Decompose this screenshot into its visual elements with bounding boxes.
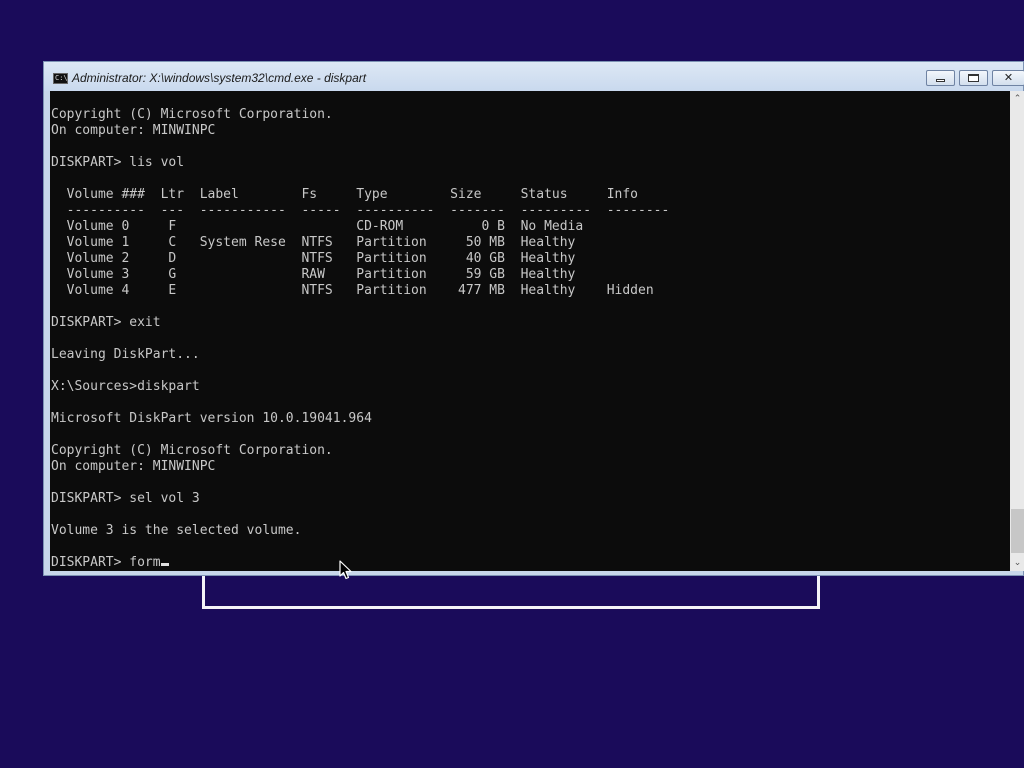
desktop-background: C:\. Administrator: X:\windows\system32\… [0,0,1024,768]
console-line: Volume 1 C System Rese NTFS Partition 50… [66,235,576,250]
vertical-scrollbar[interactable]: ⌃ ⌄ [1010,91,1024,571]
console-current-input[interactable]: form [129,555,160,570]
cmd-app-icon[interactable]: C:\. [53,73,72,84]
console-line: On computer: MINWINPC [51,459,216,474]
close-icon: ✕ [1003,71,1014,84]
console-history: Copyright (C) Microsoft Corporation. On … [51,107,669,538]
console-line: Volume 4 E NTFS Partition 477 MB Healthy… [66,283,654,298]
console-prompt: DISKPART> [51,555,130,570]
maximize-icon [968,74,979,82]
console-line: X:\Sources>diskpart [51,379,200,394]
scroll-up-arrow-icon[interactable]: ⌃ [1010,91,1024,107]
scrollbar-thumb[interactable] [1011,509,1024,553]
console-line: Copyright (C) Microsoft Corporation. [51,107,333,122]
text-cursor [160,563,169,566]
console-line: ---------- --- ----------- ----- -------… [66,203,670,218]
console-line: Volume 0 F CD-ROM 0 B No Media [66,219,584,234]
console-line: Volume 2 D NTFS Partition 40 GB Healthy [66,251,576,266]
console-line: Volume 3 is the selected volume. [51,523,302,538]
scroll-down-arrow-icon[interactable]: ⌄ [1010,555,1024,571]
cmd-window[interactable]: C:\. Administrator: X:\windows\system32\… [43,61,1024,576]
console-line: Leaving DiskPart... [51,347,200,362]
minimize-button[interactable] [926,70,955,86]
close-button[interactable]: ✕ [992,70,1024,86]
maximize-button[interactable] [959,70,988,86]
console-line: Copyright (C) Microsoft Corporation. [51,443,333,458]
console-line: DISKPART> sel vol 3 [51,491,200,506]
window-title: Administrator: X:\windows\system32\cmd.e… [72,71,367,85]
cmd-app-icon-text: C:\. [55,74,72,82]
mouse-pointer-icon [339,560,352,580]
console-line: Volume ### Ltr Label Fs Type Size Status… [66,187,638,202]
console-line: Volume 3 G RAW Partition 59 GB Healthy [66,267,576,282]
title-bar[interactable]: C:\. Administrator: X:\windows\system32\… [44,62,1024,91]
console-output-area[interactable]: Copyright (C) Microsoft Corporation. On … [50,91,1010,571]
minimize-icon [936,79,945,82]
console-line: Microsoft DiskPart version 10.0.19041.96… [51,411,372,426]
console-line: DISKPART> lis vol [51,155,185,170]
console-line: DISKPART> exit [51,315,161,330]
console-line: On computer: MINWINPC [51,123,216,138]
console-text: Copyright (C) Microsoft Corporation. On … [51,107,669,571]
